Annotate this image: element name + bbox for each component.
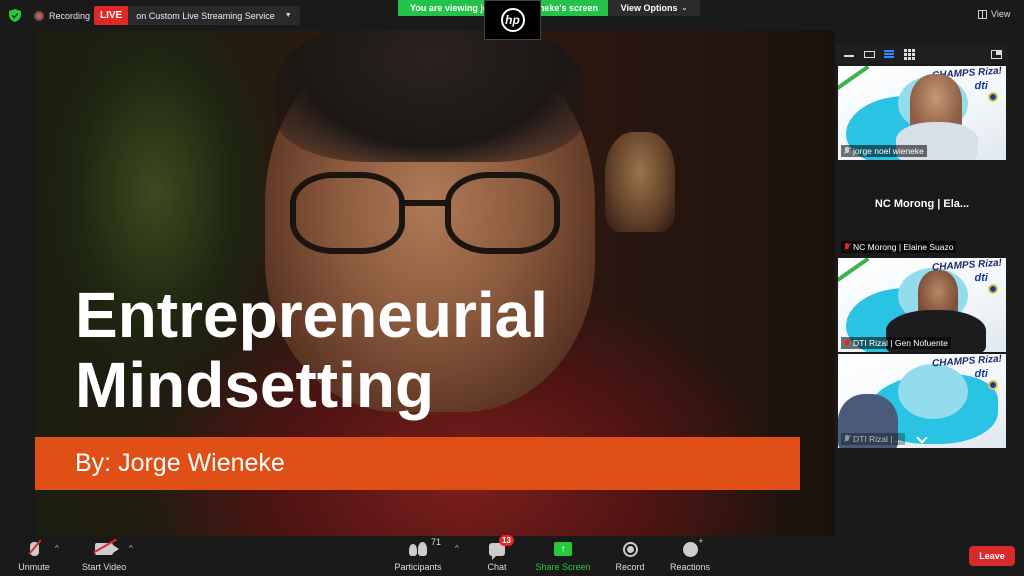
mic-muted-icon <box>844 243 850 251</box>
unmute-button[interactable]: Unmute <box>14 539 54 574</box>
decorative-blob <box>898 364 968 419</box>
share-screen-icon: ↑ <box>554 540 572 558</box>
reactions-button[interactable]: Reactions <box>668 536 712 574</box>
zoom-meeting-window: Entrepreneurial Mindsetting By: Jorge Wi… <box>0 0 1024 576</box>
participant-name: DTI Rizal | ... <box>853 434 902 444</box>
hide-video-icon[interactable] <box>864 51 875 58</box>
chat-button[interactable]: 13 Chat <box>484 535 514 574</box>
dti-logo: dti <box>974 272 988 284</box>
shared-screen: Entrepreneurial Mindsetting By: Jorge Wi… <box>35 12 835 536</box>
seal-icon <box>988 92 998 102</box>
panel-toolbar <box>836 44 1008 64</box>
viewing-banner-suffix: neke's screen <box>538 3 598 13</box>
background-lamp <box>605 132 675 232</box>
chevron-down-icon: ⌄ <box>681 5 688 12</box>
reactions-icon <box>682 536 704 558</box>
gallery-view-icon[interactable] <box>904 49 915 60</box>
viewing-banner-text: You are viewing jo <box>410 3 489 13</box>
start-video-button[interactable]: Start Video <box>80 538 128 574</box>
view-options-button[interactable]: View Options ⌄ <box>608 0 700 16</box>
shield-icon[interactable] <box>9 9 21 22</box>
slide-title-line2: Mindsetting <box>75 349 435 421</box>
live-badge: LIVE <box>94 6 129 25</box>
chat-unread-badge: 13 <box>499 535 514 546</box>
share-screen-label: Share Screen <box>535 562 591 572</box>
meeting-controls-bar: Unmute ^ Start Video ^ 71 Participants ^ <box>0 535 1024 576</box>
slide-title: Entrepreneurial Mindsetting <box>75 280 675 420</box>
participant-name: NC Morong | Elaine Suazo <box>853 242 954 252</box>
glasses-right-lens <box>445 172 560 254</box>
participant-name-tag: NC Morong | Elaine Suazo <box>841 241 957 253</box>
seal-icon <box>988 380 998 390</box>
recording-label: Recording <box>49 10 91 21</box>
participant-name-tag: DTI Rizal | Gen Nofuente <box>841 337 951 349</box>
participants-label: Participants <box>394 562 442 572</box>
microphone-muted-icon <box>27 539 42 558</box>
participant-video-panel: CHAMPS Riza! dti jorge noel wieneke NC M… <box>836 44 1008 450</box>
participant-name: DTI Rizal | Gen Nofuente <box>853 338 948 348</box>
mic-muted-icon <box>844 339 850 347</box>
live-service[interactable]: on Custom Live Streaming Service ▼ <box>128 6 300 25</box>
slide-title-line1: Entrepreneurial <box>75 279 549 351</box>
chat-icon: 13 <box>489 535 514 560</box>
participant-name: jorge noel wieneke <box>853 146 924 156</box>
record-label: Record <box>615 562 645 572</box>
recording-indicator[interactable]: Recording <box>34 9 90 22</box>
seal-icon <box>988 284 998 294</box>
participants-options-caret-icon[interactable]: ^ <box>455 544 459 553</box>
mic-icon <box>844 147 850 155</box>
record-dot-icon <box>34 10 44 21</box>
participant-tile-2[interactable]: NC Morong | Ela... NC Morong | Elaine Su… <box>838 162 1006 256</box>
camera-off-icon <box>93 538 119 558</box>
presenter-video-thumbnail[interactable]: hp <box>484 0 541 40</box>
live-service-label: on Custom Live Streaming Service <box>136 10 275 21</box>
view-options-label: View Options <box>620 3 678 13</box>
participant-tile-3[interactable]: CHAMPS Riza! dti DTI Rizal | Gen Nofuent… <box>838 258 1006 352</box>
slide-author: By: Jorge Wieneke <box>75 449 285 477</box>
hp-logo: hp <box>500 8 525 32</box>
record-icon <box>622 540 638 558</box>
record-button[interactable]: Record <box>612 540 648 574</box>
caret-down-icon: ▼ <box>284 12 292 19</box>
participant-tile-1[interactable]: CHAMPS Riza! dti jorge noel wieneke <box>838 66 1006 160</box>
participants-count: 71 <box>431 537 442 547</box>
participants-icon: 71 <box>407 537 441 558</box>
share-screen-button[interactable]: ↑ Share Screen <box>535 540 591 574</box>
side-by-side-icon[interactable] <box>991 50 1002 59</box>
participants-button[interactable]: 71 Participants <box>393 537 443 574</box>
participant-name-tag: jorge noel wieneke <box>841 145 927 157</box>
view-label: View <box>991 9 1011 19</box>
dti-logo: dti <box>974 368 988 380</box>
slide-author-bar: By: Jorge Wieneke <box>35 437 800 490</box>
view-layout-icon <box>978 9 987 19</box>
participant-name-tag: DTI Rizal | ... <box>841 433 905 445</box>
view-button[interactable]: View <box>978 6 1010 22</box>
unmute-label: Unmute <box>18 562 50 572</box>
glasses-left-lens <box>290 172 405 254</box>
start-video-label: Start Video <box>81 562 127 572</box>
video-options-caret-icon[interactable]: ^ <box>129 544 133 553</box>
dti-logo: dti <box>974 80 988 92</box>
speaker-view-icon[interactable] <box>884 50 894 59</box>
glasses-bridge <box>400 200 450 206</box>
chat-label: Chat <box>487 562 507 572</box>
live-stream-dropdown[interactable]: LIVE on Custom Live Streaming Service ▼ <box>94 6 300 25</box>
participant-tile-4[interactable]: CHAMPS Riza! dti DTI Rizal | ... <box>838 354 1006 448</box>
mic-icon <box>844 435 850 443</box>
leave-button[interactable]: Leave <box>969 546 1015 566</box>
minimize-icon[interactable] <box>844 55 854 57</box>
audio-options-caret-icon[interactable]: ^ <box>55 544 59 553</box>
reactions-label: Reactions <box>669 562 711 572</box>
participant-display-name: NC Morong | Ela... <box>874 198 970 210</box>
